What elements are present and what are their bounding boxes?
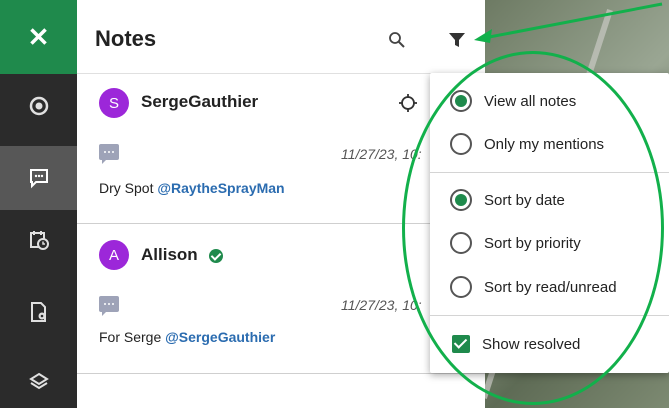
close-button[interactable]: ✕ xyxy=(0,0,77,74)
comment-icon xyxy=(99,296,119,316)
menu-divider xyxy=(430,172,669,173)
menu-item-sort-read[interactable]: Sort by read/unread xyxy=(450,274,617,300)
menu-item-show-resolved[interactable]: Show resolved xyxy=(450,331,580,357)
checkbox-checked[interactable] xyxy=(452,335,470,353)
filter-icon[interactable] xyxy=(447,30,467,50)
calendar-clock-icon xyxy=(29,231,49,250)
menu-item-view-all[interactable]: View all notes xyxy=(450,88,576,114)
avatar: S xyxy=(99,88,129,118)
comment-icon xyxy=(99,144,119,164)
menu-item-sort-priority[interactable]: Sort by priority xyxy=(450,230,581,256)
notes-header: Notes xyxy=(77,0,485,74)
note-item[interactable]: S SergeGauthier 11/27/23, 10: Dry Spot @… xyxy=(77,74,485,224)
file-location-icon xyxy=(30,302,46,322)
menu-label: Sort by priority xyxy=(484,234,581,252)
layers-icon xyxy=(28,372,49,390)
note-timestamp: 11/27/23, 10: xyxy=(341,146,422,162)
page-title: Notes xyxy=(95,26,157,51)
rail-item-files[interactable] xyxy=(0,280,77,344)
note-author: SergeGauthier xyxy=(141,92,259,111)
radio-checked[interactable] xyxy=(450,90,472,112)
note-body: Dry Spot @RaytheSprayMan xyxy=(99,180,285,196)
radio-unchecked[interactable] xyxy=(450,276,472,298)
avatar: A xyxy=(99,240,129,270)
menu-label: Show resolved xyxy=(482,335,581,353)
note-text: Dry Spot xyxy=(99,180,158,196)
menu-item-my-mentions[interactable]: Only my mentions xyxy=(450,131,604,157)
filter-menu: View all notes Only my mentions Sort by … xyxy=(430,73,669,373)
rail-item-schedule[interactable] xyxy=(0,208,77,272)
note-mention[interactable]: @RaytheSprayMan xyxy=(157,180,284,196)
target-icon xyxy=(29,96,48,116)
rail-item-notes[interactable] xyxy=(0,146,77,210)
menu-label: View all notes xyxy=(484,92,577,110)
search-icon[interactable] xyxy=(388,31,406,49)
close-icon: ✕ xyxy=(27,22,50,52)
note-mention[interactable]: @SergeGauthier xyxy=(165,329,275,345)
rail-item-target[interactable] xyxy=(0,74,77,138)
menu-divider xyxy=(430,315,669,316)
menu-label: Only my mentions xyxy=(484,135,605,153)
rail-item-layers[interactable] xyxy=(0,350,77,408)
note-body: For Serge @SergeGauthier xyxy=(99,329,275,345)
menu-item-sort-date[interactable]: Sort by date xyxy=(450,187,565,213)
verified-icon xyxy=(209,249,223,263)
menu-label: Sort by read/unread xyxy=(484,278,617,296)
comment-icon xyxy=(29,169,48,189)
crosshair-icon[interactable] xyxy=(399,94,417,112)
notes-panel: Notes S SergeGauthier 11/27/23, 10: Dry … xyxy=(77,0,485,408)
radio-unchecked[interactable] xyxy=(450,232,472,254)
note-author: Allison xyxy=(141,245,198,264)
note-text: For Serge xyxy=(99,329,166,345)
menu-label: Sort by date xyxy=(484,191,565,209)
radio-checked[interactable] xyxy=(450,189,472,211)
note-item[interactable]: A Allison 11/27/23, 10: For Serge @Serge… xyxy=(77,224,485,374)
note-timestamp: 11/27/23, 10: xyxy=(341,297,422,313)
left-rail: ✕ xyxy=(0,0,77,408)
radio-unchecked[interactable] xyxy=(450,133,472,155)
